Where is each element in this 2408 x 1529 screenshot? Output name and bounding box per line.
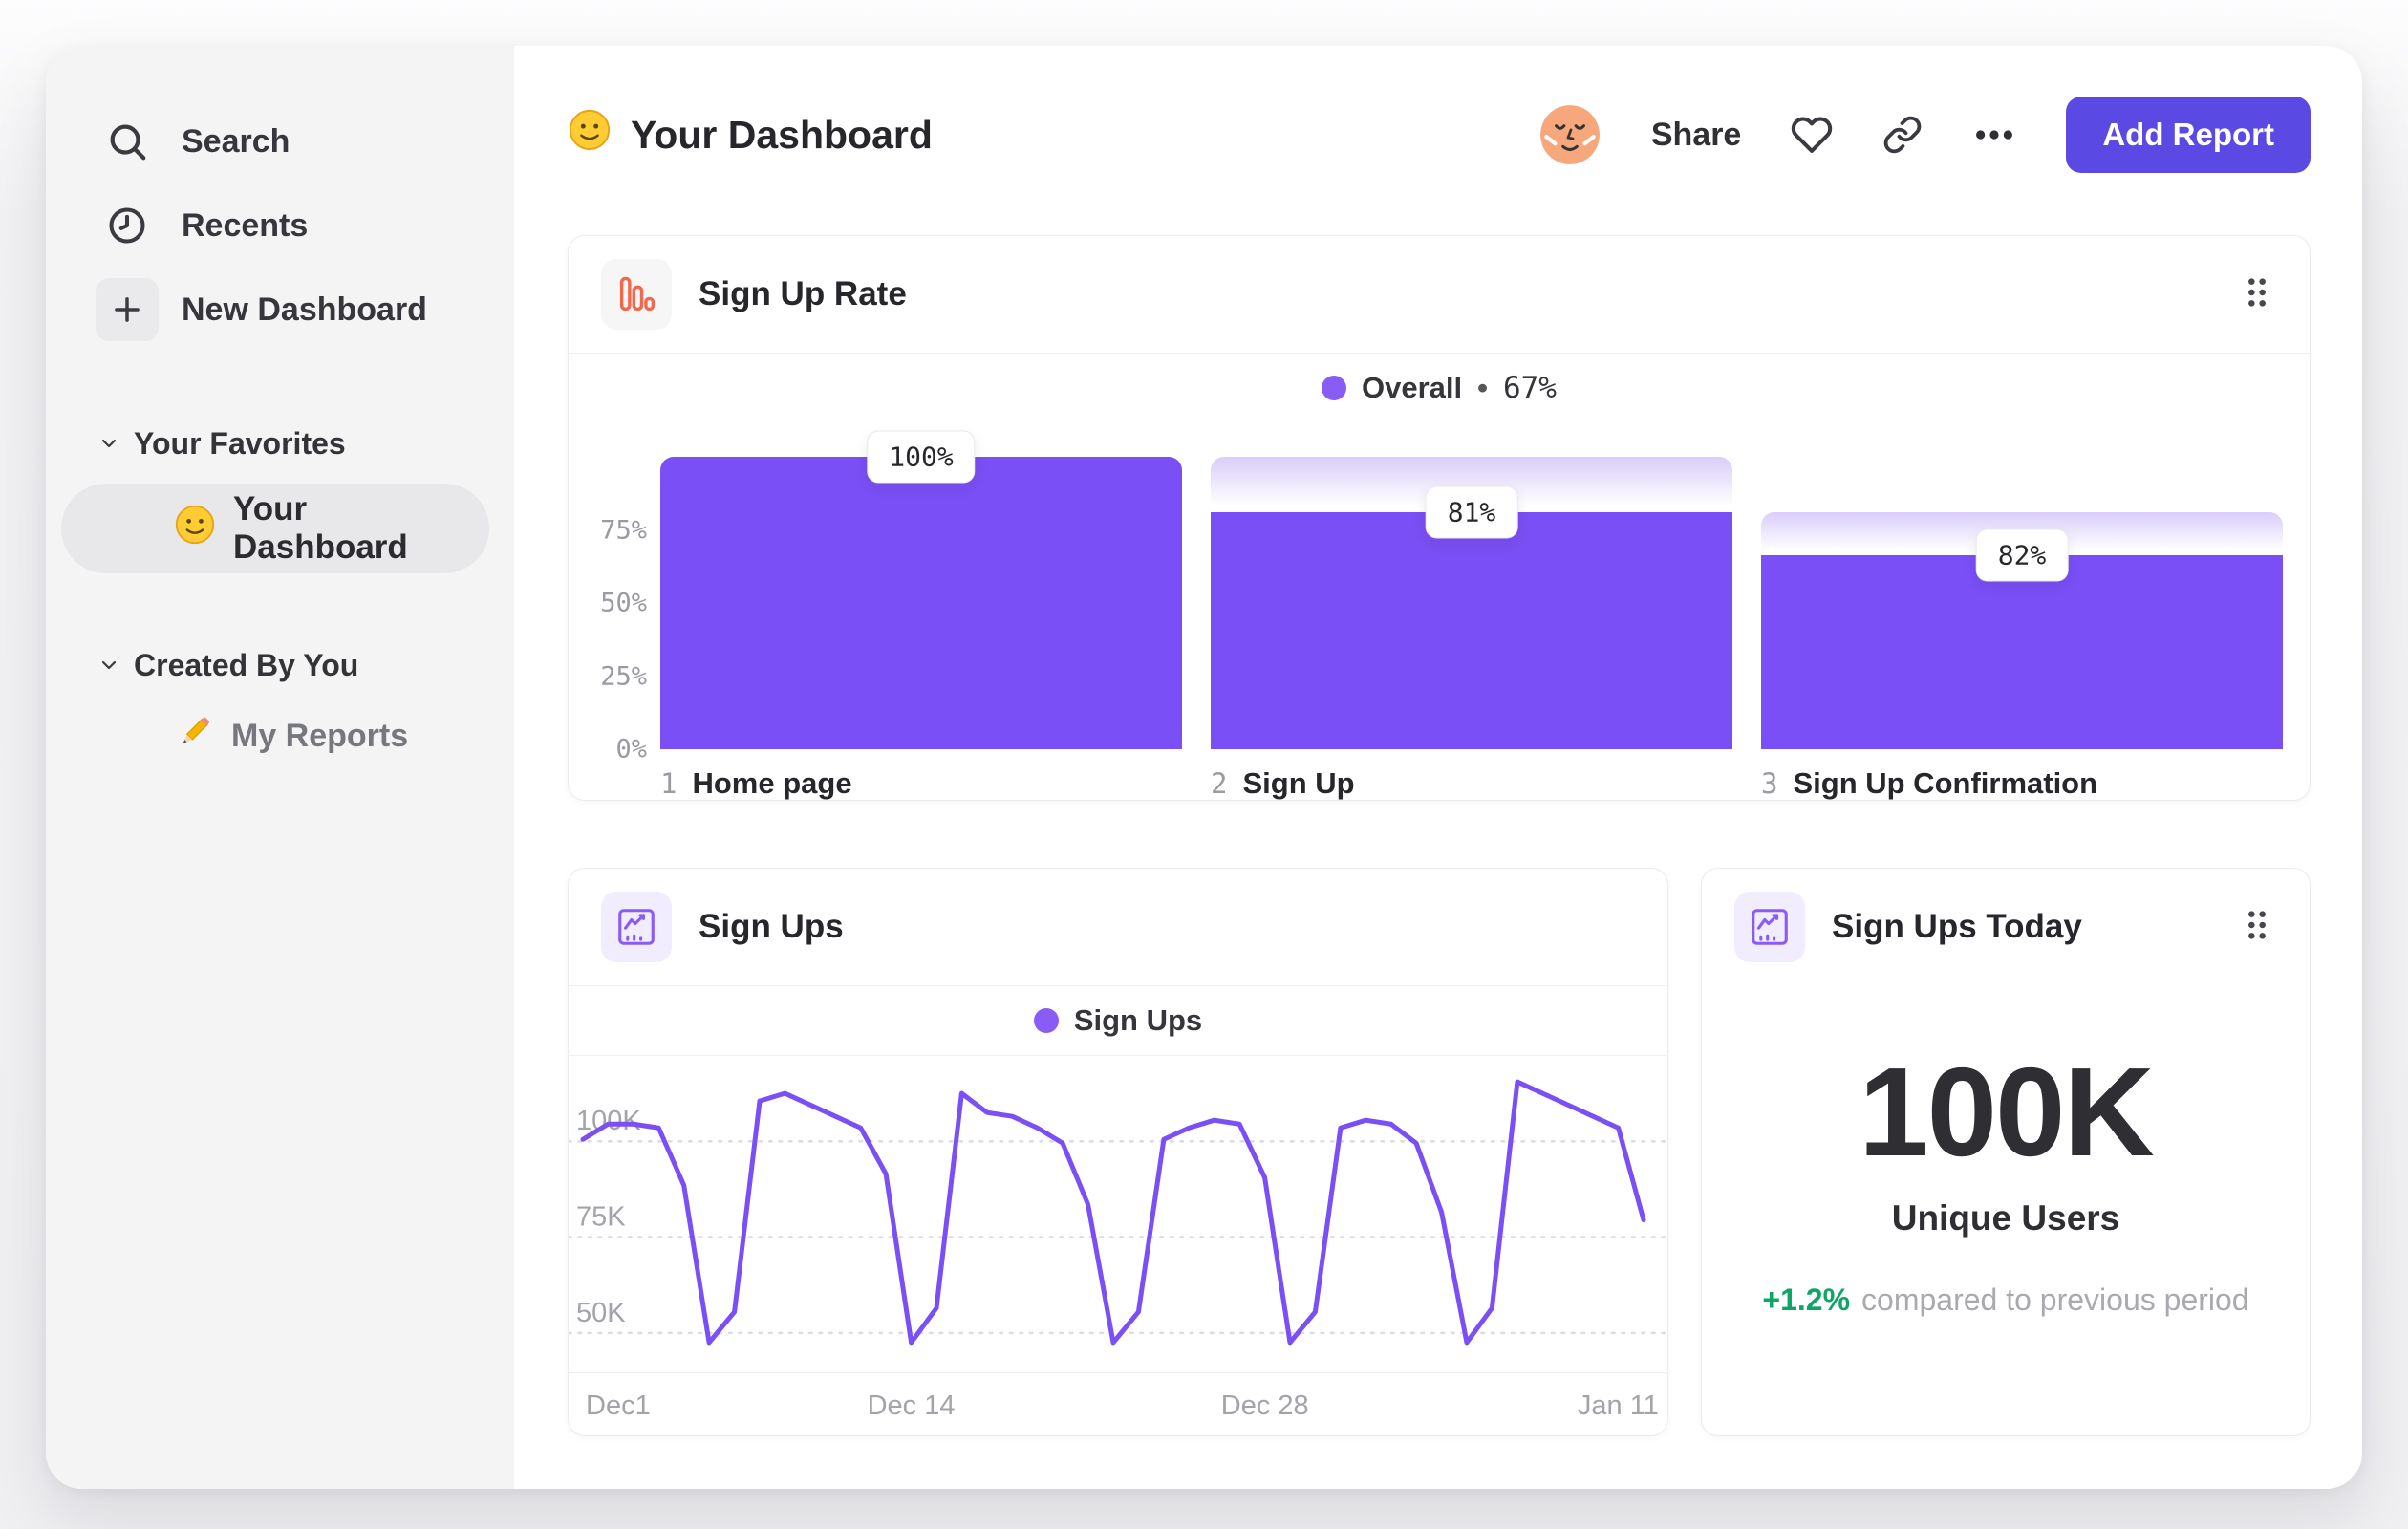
funnel-y-axis: 75% 50% 25% 0% [600, 515, 647, 764]
funnel-value-badge: 81% [1425, 485, 1518, 539]
line-chart-icon [601, 892, 672, 962]
legend-label: Overall [1362, 371, 1463, 404]
sign-ups-card: Sign Ups Sign Ups 100K 75K 50K Dec1 Dec 14 D… [568, 868, 1668, 1436]
smiley-emoji [174, 504, 216, 554]
section-title: Created By You [134, 647, 359, 682]
created-by-you-section: Created By You My Reports [46, 635, 514, 776]
sidebar-item-recents[interactable]: Recents [46, 183, 514, 268]
favorite-heart-icon[interactable] [1791, 114, 1833, 156]
sidebar-item-label: New Dashboard [182, 291, 427, 328]
sidebar-item-my-reports[interactable]: My Reports [46, 696, 514, 776]
favorites-section-header[interactable]: Your Favorites [46, 413, 514, 474]
funnel-value-badge: 100% [867, 430, 976, 484]
sidebar-item-new-dashboard[interactable]: New Dashboard [46, 268, 514, 352]
funnel-step-labels: 1 Home page 2 Sign Up 3 Sign Up Confirmation [569, 766, 2310, 801]
x-tick-label: Dec 28 [1220, 1390, 1309, 1421]
created-by-you-section-header[interactable]: Created By You [46, 635, 514, 696]
funnel-step-label: 2 Sign Up [1211, 766, 1355, 800]
avatar[interactable] [1538, 103, 1602, 166]
svg-text:50K: 50K [576, 1298, 626, 1328]
plus-icon [96, 278, 159, 341]
line-chart-icon [1734, 892, 1805, 962]
delta-value: +1.2% [1762, 1282, 1851, 1318]
svg-text:75K: 75K [576, 1201, 626, 1232]
funnel-bar-3[interactable]: 82% [1761, 457, 2283, 749]
drag-handle-icon[interactable] [2237, 269, 2277, 321]
app-window: Search Recents New Dashboard Your Favori… [46, 46, 2362, 1489]
pencil-emoji [174, 712, 214, 761]
x-tick-label: Dec1 [586, 1390, 651, 1421]
delta-note: compared to previous period [1861, 1282, 2249, 1318]
metric-body: 100K Unique Users +1.2% compared to previ… [1702, 985, 2310, 1435]
card-title: Sign Up Rate [699, 275, 907, 312]
sidebar: Search Recents New Dashboard Your Favori… [46, 46, 514, 1489]
sidebar-item-label: My Reports [231, 717, 409, 754]
metric-label: Unique Users [1891, 1198, 2120, 1238]
x-tick-label: Jan 11 [1577, 1390, 1659, 1421]
funnel-value-badge: 82% [1975, 528, 2069, 582]
sign-ups-today-card: Sign Ups Today 100K Unique Users +1.2% co… [1701, 868, 2311, 1436]
sign-up-rate-card: Sign Up Rate Overall • 67% 75% 50% 25% 0% 1… [568, 235, 2311, 801]
metric-value: 100K [1859, 1042, 2155, 1182]
section-title: Your Favorites [134, 425, 346, 461]
dashboard-header: Your Dashboard Share Add Report [568, 94, 2311, 176]
card-title: Sign Ups [699, 908, 844, 945]
page-title: Your Dashboard [568, 108, 933, 162]
main-content: Your Dashboard Share Add Report Sign Up … [514, 46, 2362, 1489]
funnel-bar-1[interactable]: 100% [660, 430, 1182, 749]
clock-icon [96, 194, 159, 257]
funnel-chart: 75% 50% 25% 0% 100% 81% 82% [569, 422, 2310, 764]
metric-delta: +1.2% compared to previous period [1762, 1282, 2248, 1318]
svg-text:100K: 100K [576, 1106, 641, 1136]
chevron-down-icon [101, 660, 117, 670]
copy-link-icon[interactable] [1882, 115, 1923, 155]
drag-handle-icon[interactable] [2237, 901, 2277, 954]
sidebar-item-label: Recents [182, 206, 309, 244]
line-legend[interactable]: Sign Ups [569, 986, 1667, 1055]
share-button[interactable]: Share [1651, 117, 1742, 154]
funnel-chart-icon [601, 259, 672, 330]
x-tick-label: Dec 14 [867, 1390, 956, 1421]
card-title: Sign Ups Today [1832, 908, 2082, 945]
smiley-emoji [568, 108, 612, 162]
funnel-bar-2[interactable]: 81% [1211, 457, 1732, 749]
sidebar-item-label: Search [182, 122, 290, 160]
funnel-step-label: 1 Home page [660, 766, 852, 800]
favorites-section: Your Favorites Your Dashboard [46, 413, 514, 573]
funnel-step-label: 3 Sign Up Confirmation [1761, 766, 2098, 800]
sidebar-item-your-dashboard[interactable]: Your Dashboard [61, 484, 489, 573]
legend-dot [1033, 1008, 1059, 1033]
sidebar-item-search[interactable]: Search [46, 99, 514, 183]
line-chart-svg: 100K 75K 50K [569, 1079, 1667, 1346]
sidebar-item-label: Your Dashboard [233, 490, 408, 566]
legend-label: Sign Ups [1073, 1003, 1203, 1037]
line-chart: 100K 75K 50K [569, 1056, 1667, 1372]
legend-dot [1322, 376, 1346, 400]
search-icon [96, 110, 159, 173]
funnel-legend[interactable]: Overall • 67% [569, 354, 2310, 422]
funnel-plot-columns: 100% 81% 82% [660, 430, 2283, 749]
legend-value: 67% [1502, 371, 1557, 405]
more-options-icon[interactable] [1972, 113, 2016, 157]
chevron-down-icon [101, 439, 117, 448]
add-report-button[interactable]: Add Report [2066, 97, 2311, 173]
line-x-axis: Dec1 Dec 14 Dec 28 Jan 11 [569, 1372, 1667, 1435]
